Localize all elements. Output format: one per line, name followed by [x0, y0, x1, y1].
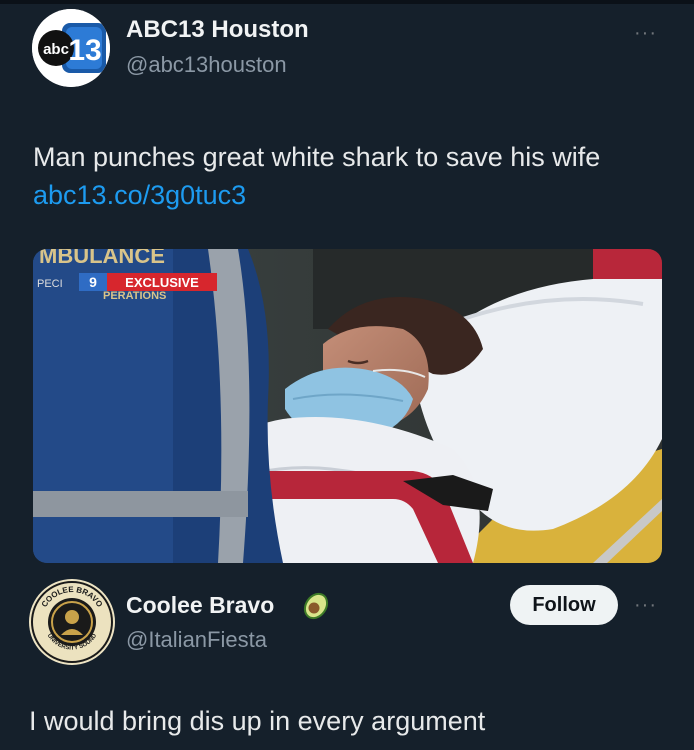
- media-sign-left-text: PECI: [37, 278, 63, 290]
- channel-badge-number: 9: [89, 274, 97, 290]
- tweet-text: Man punches great white shark to save hi…: [33, 138, 643, 214]
- reply-author-handle[interactable]: @ItalianFiesta: [126, 627, 267, 653]
- abc13-logo-icon: abc 13: [32, 9, 110, 87]
- reply-author-name[interactable]: Coolee Bravo: [126, 592, 274, 619]
- follow-button[interactable]: Follow: [510, 585, 618, 625]
- reply-more-options-icon[interactable]: ···: [634, 594, 657, 617]
- media-sign-text: MBULANCE: [39, 249, 165, 268]
- tweet-author-name[interactable]: ABC13 Houston: [126, 16, 309, 44]
- tweet-link[interactable]: abc13.co/3g0tuc3: [33, 180, 246, 210]
- abc13-avatar[interactable]: abc 13: [32, 9, 110, 87]
- tweet-author-handle[interactable]: @abc13houston: [126, 52, 287, 78]
- top-edge: [0, 0, 694, 4]
- avocado-icon: [303, 592, 329, 620]
- abc-logo-number: 13: [68, 34, 101, 67]
- reply-text: I would bring dis up in every argument: [29, 706, 486, 736]
- stretcher-photo: MBULANCE PERATIONS PECI 9 EXCLUSIVE: [33, 249, 662, 563]
- coolee-bravo-logo-icon: COOLEE BRAVO UNIVERSITY SOUND: [30, 580, 114, 664]
- abc-logo-text: abc: [43, 41, 69, 58]
- exclusive-label: EXCLUSIVE: [125, 275, 199, 290]
- tweet-media-image[interactable]: MBULANCE PERATIONS PECI 9 EXCLUSIVE: [33, 249, 662, 563]
- tweet-body: Man punches great white shark to save hi…: [33, 142, 601, 172]
- coolee-bravo-avatar[interactable]: COOLEE BRAVO UNIVERSITY SOUND: [29, 579, 115, 665]
- media-sign-subtext: PERATIONS: [103, 290, 166, 302]
- tweet-more-options-icon[interactable]: ···: [634, 22, 657, 45]
